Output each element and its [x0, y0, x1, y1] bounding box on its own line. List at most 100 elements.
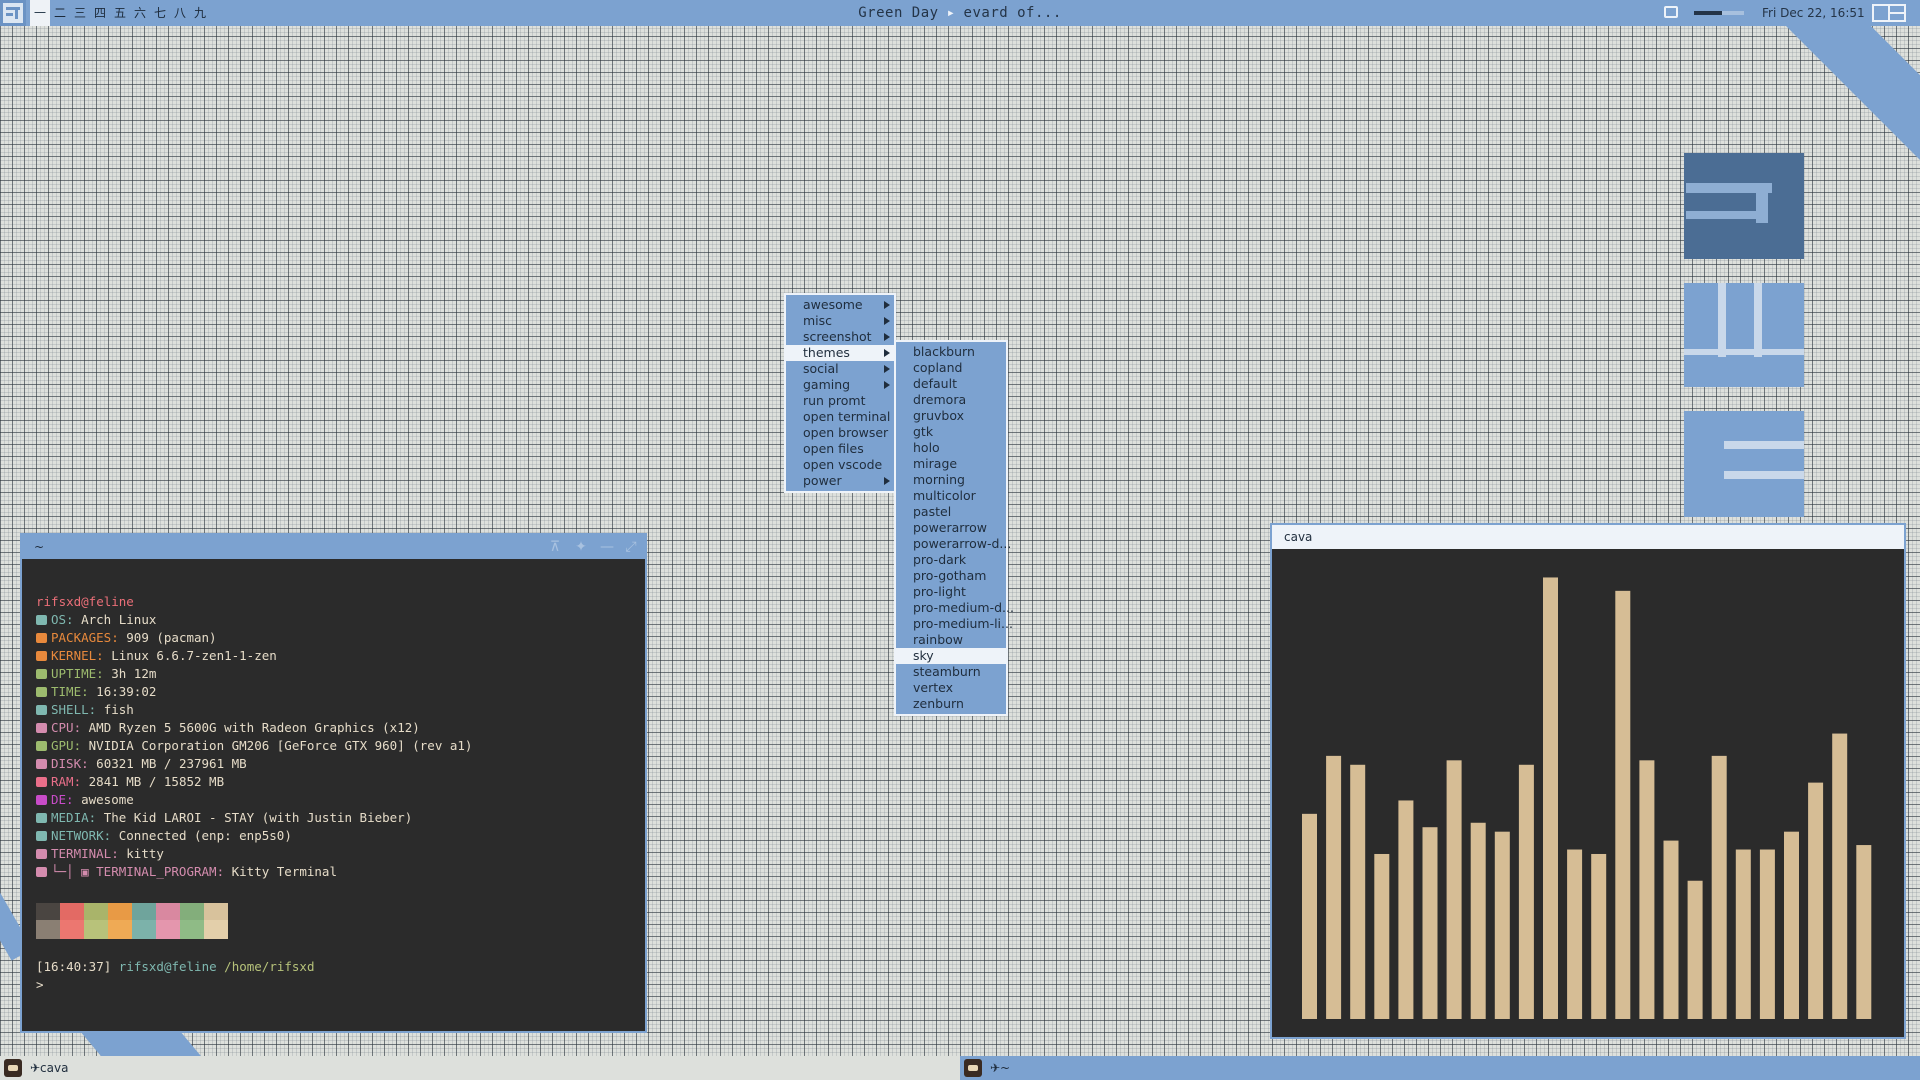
menu-item-screenshot[interactable]: screenshot — [786, 329, 894, 345]
fetch-icon — [36, 777, 47, 787]
cava-bar — [1591, 853, 1607, 1019]
fetch-key: DE: — [51, 792, 74, 807]
theme-item-sky[interactable]: sky — [896, 648, 1006, 664]
theme-item-blackburn[interactable]: blackburn — [896, 344, 1006, 360]
cava-bar — [1543, 577, 1558, 1019]
awesome-launcher-icon[interactable] — [0, 0, 26, 26]
sticky-button-icon[interactable]: ✦ — [573, 539, 589, 555]
taglist: 一二三四五六七八九 — [30, 0, 210, 26]
fetch-value: kitty — [126, 846, 164, 861]
fetch-key: NETWORK: — [51, 828, 112, 843]
menu-item-awesome[interactable]: awesome — [786, 297, 894, 313]
theme-item-morning[interactable]: morning — [896, 472, 1006, 488]
theme-item-steamburn[interactable]: steamburn — [896, 664, 1006, 680]
shell-prompt[interactable]: [16:40:37] rifsxd@feline /home/rifsxd > — [36, 958, 314, 994]
theme-item-mirage[interactable]: mirage — [896, 456, 1006, 472]
tag-8[interactable]: 八 — [170, 0, 190, 26]
logo-tile-w — [1684, 283, 1804, 387]
fetch-line: └─│ ▣ TERMINAL_PROGRAM: Kitty Terminal — [36, 863, 472, 881]
tag-6[interactable]: 六 — [130, 0, 150, 26]
clock[interactable]: Fri Dec 22, 16:51 — [1762, 0, 1865, 26]
fetch-icon — [36, 795, 47, 805]
theme-item-powerarrow[interactable]: powerarrow — [896, 520, 1006, 536]
minimize-button-icon[interactable]: — — [599, 539, 615, 555]
theme-item-multicolor[interactable]: multicolor — [896, 488, 1006, 504]
submenu-arrow-icon — [884, 301, 890, 309]
bottom-taskbar: ✈cava ✈~ — [0, 1056, 1920, 1080]
prompt-symbol: > — [36, 977, 44, 992]
tag-4[interactable]: 四 — [90, 0, 110, 26]
menu-item-open-files[interactable]: open files — [786, 441, 894, 457]
tag-3[interactable]: 三 — [70, 0, 90, 26]
fetch-value: Kitty Terminal — [231, 864, 337, 879]
tag-7[interactable]: 七 — [150, 0, 170, 26]
cava-bar — [1374, 853, 1390, 1019]
cava-bar — [1567, 849, 1583, 1019]
menu-item-label: power — [803, 473, 842, 488]
theme-item-zenburn[interactable]: zenburn — [896, 696, 1006, 712]
task-label: ✈~ — [990, 1061, 1011, 1075]
fetch-line: DISK: 60321 MB / 237961 MB — [36, 755, 472, 773]
task-cava[interactable]: ✈cava — [0, 1056, 960, 1080]
terminal-window[interactable]: ~ ⊼ ✦ — ⤢ rifsxd@feline OS: Arch Linux PA… — [20, 533, 647, 1033]
menu-item-open-terminal[interactable]: open terminal — [786, 409, 894, 425]
now-playing-title[interactable]: evard of... — [964, 5, 1062, 21]
fetch-key: RAM: — [51, 774, 82, 789]
cava-bar — [1446, 760, 1462, 1019]
theme-item-default[interactable]: default — [896, 376, 1006, 392]
cava-bar — [1808, 782, 1824, 1019]
ontop-button-icon[interactable]: ⊼ — [547, 539, 563, 555]
menu-item-power[interactable]: power — [786, 473, 894, 489]
menu-item-run-promt[interactable]: run promt — [786, 393, 894, 409]
theme-item-pro-medium-li[interactable]: pro-medium-li... — [896, 616, 1013, 632]
tag-2[interactable]: 二 — [50, 0, 70, 26]
submenu-arrow-icon — [884, 349, 890, 357]
cava-bar — [1856, 845, 1872, 1019]
fetch-key: OS: — [51, 612, 74, 627]
fetch-value: AMD Ryzen 5 5600G with Radeon Graphics (… — [88, 720, 420, 735]
menu-item-gaming[interactable]: gaming — [786, 377, 894, 393]
display-tray-icon[interactable] — [1664, 6, 1678, 18]
theme-item-pastel[interactable]: pastel — [896, 504, 1006, 520]
theme-item-pro-medium-d[interactable]: pro-medium-d... — [896, 600, 1014, 616]
fetch-line: CPU: AMD Ryzen 5 5600G with Radeon Graph… — [36, 719, 472, 737]
cava-titlebar[interactable]: cava — [1272, 525, 1904, 549]
fetch-icon — [36, 759, 47, 769]
layout-tile-icon[interactable] — [1872, 4, 1906, 22]
cava-bar — [1398, 800, 1414, 1019]
theme-item-rainbow[interactable]: rainbow — [896, 632, 1006, 648]
task-terminal[interactable]: ✈~ — [960, 1056, 1920, 1080]
cava-bar — [1663, 840, 1679, 1019]
menu-item-social[interactable]: social — [786, 361, 894, 377]
theme-item-holo[interactable]: holo — [896, 440, 1006, 456]
terminal-titlebar[interactable]: ~ ⊼ ✦ — ⤢ — [22, 535, 645, 559]
menu-item-misc[interactable]: misc — [786, 313, 894, 329]
theme-item-gruvbox[interactable]: gruvbox — [896, 408, 1006, 424]
theme-item-pro-light[interactable]: pro-light — [896, 584, 1006, 600]
theme-item-vertex[interactable]: vertex — [896, 680, 1006, 696]
cava-window[interactable]: cava — [1270, 523, 1906, 1039]
theme-item-dremora[interactable]: dremora — [896, 392, 1006, 408]
fetch-key: └─│ ▣ TERMINAL_PROGRAM: — [51, 864, 225, 879]
tag-9[interactable]: 九 — [190, 0, 210, 26]
theme-item-pro-gotham[interactable]: pro-gotham — [896, 568, 1006, 584]
theme-item-gtk[interactable]: gtk — [896, 424, 1006, 440]
fetch-value: Linux 6.6.7-zen1-1-zen — [111, 648, 277, 663]
submenu-arrow-icon — [884, 333, 890, 341]
volume-slider[interactable] — [1694, 11, 1744, 15]
palette-swatch — [108, 903, 132, 939]
fetch-line: SHELL: fish — [36, 701, 472, 719]
cava-visualizer — [1302, 577, 1872, 1019]
menu-item-themes[interactable]: themes — [786, 345, 894, 361]
theme-item-pro-dark[interactable]: pro-dark — [896, 552, 1006, 568]
theme-item-powerarrow-d[interactable]: powerarrow-d... — [896, 536, 1011, 552]
now-playing-artist[interactable]: Green Day — [858, 5, 938, 21]
menu-item-open-vscode[interactable]: open vscode — [786, 457, 894, 473]
tag-1[interactable]: 一 — [30, 0, 50, 26]
theme-item-copland[interactable]: copland — [896, 360, 1006, 376]
fetch-icon — [36, 723, 47, 733]
menu-item-open-browser[interactable]: open browser — [786, 425, 894, 441]
cava-bar — [1494, 831, 1510, 1019]
tag-5[interactable]: 五 — [110, 0, 130, 26]
maximize-button-icon[interactable]: ⤢ — [623, 539, 639, 555]
